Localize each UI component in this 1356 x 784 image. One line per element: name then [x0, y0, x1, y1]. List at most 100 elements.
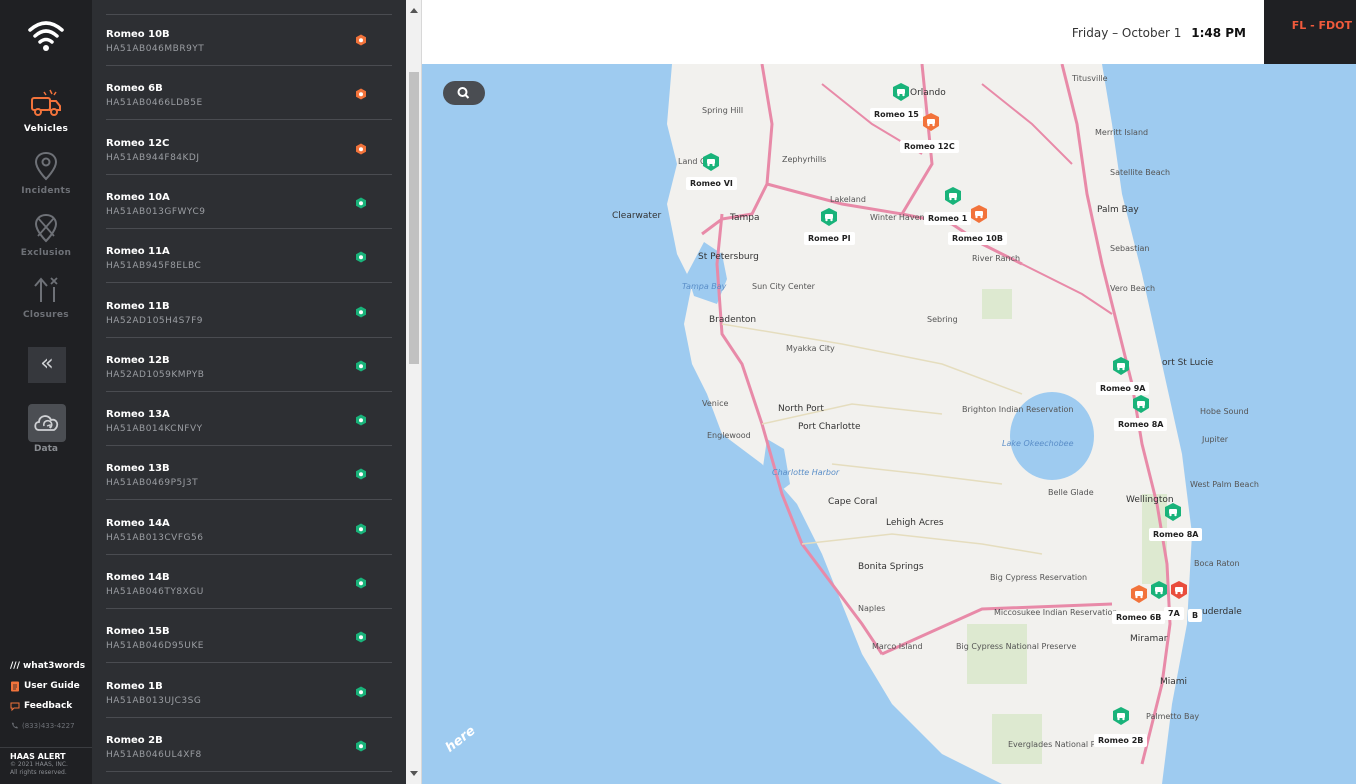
vehicle-marker-icon[interactable] — [1170, 580, 1188, 600]
map-city-label: Clearwater — [612, 211, 662, 221]
vehicle-row[interactable]: Romeo 11B HA52AD105H4S7F9 — [106, 284, 392, 338]
vehicle-marker-label[interactable]: B — [1188, 609, 1203, 622]
vehicle-marker-label[interactable]: Romeo VI — [686, 177, 737, 190]
map-city-label: Boca Raton — [1194, 559, 1240, 568]
vehicle-id: HA52AD1059KMPYB — [106, 369, 205, 380]
vehicle-status-icon — [356, 577, 366, 589]
map-city-label: Naples — [858, 604, 886, 613]
vehicle-marker-label[interactable]: Romeo PI — [804, 232, 855, 245]
vehicle-marker-label[interactable]: Romeo 10B — [948, 232, 1007, 245]
organization-badge[interactable]: FL - FDOT — [1264, 0, 1356, 64]
rail-item-exclusion[interactable]: Exclusion — [0, 212, 92, 258]
vehicle-marker-icon[interactable] — [1150, 580, 1168, 600]
vehicle-marker-icon[interactable] — [1130, 584, 1148, 604]
vehicle-marker-icon[interactable] — [892, 82, 910, 102]
vehicle-name: Romeo 10A — [106, 191, 170, 203]
vehicle-marker-icon[interactable] — [820, 207, 838, 227]
vehicle-list-scrollbar[interactable] — [406, 0, 422, 784]
rail-item-label: Vehicles — [23, 124, 69, 134]
collapse-sidebar-button[interactable]: « — [28, 347, 66, 383]
vehicle-marker-label[interactable]: Romeo 1 — [924, 212, 972, 225]
scroll-up-icon[interactable] — [410, 8, 418, 13]
vehicle-row[interactable]: Romeo 13B HA51AB0469P5J3T — [106, 446, 392, 501]
map-basemap — [667, 64, 1192, 784]
map-city-label: Orlando — [910, 88, 946, 98]
vehicle-marker-label[interactable]: Romeo 12C — [900, 140, 959, 153]
vehicle-name: Romeo 13A — [106, 409, 170, 421]
vehicle-row[interactable]: Romeo 15B HA51AB046D95UKE — [106, 609, 392, 664]
scroll-down-icon[interactable] — [410, 771, 418, 776]
what3words-label: /// what3words — [10, 661, 86, 671]
data-button[interactable] — [28, 404, 66, 442]
vehicle-marker-label[interactable]: Romeo 9A — [1096, 382, 1150, 395]
vehicle-marker-icon[interactable] — [922, 112, 940, 132]
vehicle-marker-icon[interactable] — [970, 204, 988, 224]
document-icon — [11, 681, 19, 691]
support-phone-text: (833)433-4227 — [22, 722, 75, 730]
user-guide-link[interactable]: User Guide — [10, 676, 90, 696]
magnifier-icon — [457, 87, 470, 99]
vehicle-marker-label[interactable]: Romeo 8A — [1114, 418, 1168, 431]
rail-item-closures[interactable]: Closures — [0, 274, 92, 320]
vehicle-marker-icon[interactable] — [702, 152, 720, 172]
map-city-label: Miami — [1160, 677, 1188, 687]
rail-item-vehicles[interactable]: Vehicles — [0, 86, 92, 134]
map-city-label: Palmetto Bay — [1146, 712, 1200, 721]
map-search-button[interactable] — [443, 81, 485, 105]
left-rail: Vehicles Incidents Exclusion Closures « — [0, 0, 92, 784]
wifi-signal-icon[interactable] — [26, 18, 66, 54]
map-city-label: Marco Island — [872, 642, 923, 651]
map-city-label: Titusville — [1072, 74, 1108, 83]
support-phone[interactable]: (833)433-4227 — [10, 716, 90, 736]
map-city-label: Tampa Bay — [682, 282, 727, 291]
vehicle-marker-label[interactable]: 7A — [1164, 607, 1184, 620]
vehicle-row[interactable]: Romeo 14A HA51AB013CVFG56 — [106, 501, 392, 555]
map-city-label: Vero Beach — [1110, 284, 1156, 293]
map-city-label: Big Cypress National Preserve — [956, 642, 1077, 651]
vehicle-id: HA51AB046D95UKE — [106, 641, 204, 652]
vehicle-row[interactable]: Romeo 11A HA51AB945F8ELBC — [106, 229, 392, 284]
feedback-link[interactable]: Feedback — [10, 696, 90, 716]
map-view[interactable]: Orlando Titusville Spring Hill Merritt Isla… — [422, 64, 1356, 784]
map-city-label: St Petersburg — [698, 252, 759, 262]
rail-item-label: Exclusion — [20, 248, 72, 258]
vehicle-marker-icon[interactable] — [1112, 356, 1130, 376]
scroll-thumb[interactable] — [409, 72, 419, 364]
data-label: Data — [34, 444, 58, 454]
map-city-label: West Palm Beach — [1190, 480, 1259, 489]
vehicle-marker-icon[interactable] — [944, 186, 962, 206]
vehicle-marker-icon[interactable] — [1164, 502, 1182, 522]
vehicle-id: HA51AB944F84KDJ — [106, 152, 200, 163]
vehicle-marker-icon[interactable] — [1112, 706, 1130, 726]
vehicle-row[interactable]: Romeo 6B HA51AB0466LDB5E — [106, 66, 392, 121]
vehicle-row[interactable]: Romeo 12C HA51AB944F84KDJ — [106, 121, 392, 175]
map-city-label: Myakka City — [786, 344, 835, 353]
map-city-label: Winter Haven — [870, 213, 925, 222]
vehicle-row[interactable]: Romeo 10B HA51AB046MBR9YT — [106, 12, 392, 66]
vehicle-row[interactable]: Romeo 14B HA51AB046TY8XGU — [106, 555, 392, 609]
map-city-label: Charlotte Harbor — [772, 468, 840, 477]
map-city-label: Lakeland — [830, 195, 866, 204]
vehicle-row[interactable]: Romeo 2B HA51AB046UL4XF8 — [106, 718, 392, 772]
vehicle-status-icon — [356, 523, 366, 535]
vehicle-status-icon — [356, 251, 366, 263]
vehicle-row[interactable]: Romeo 10A HA51AB013GFWYC9 — [106, 175, 392, 229]
what3words-link[interactable]: /// what3words — [10, 656, 90, 676]
map-city-label: Brighton Indian Reservation — [962, 405, 1074, 414]
vehicle-name: Romeo 11A — [106, 246, 170, 258]
vehicle-id: HA51AB014KCNFVY — [106, 424, 203, 435]
vehicle-marker-label[interactable]: Romeo 6B — [1112, 611, 1166, 624]
map-city-label: Big Cypress Reservation — [990, 573, 1088, 582]
location-pin-icon — [34, 151, 58, 181]
rail-item-incidents[interactable]: Incidents — [0, 150, 92, 196]
map-city-label: uderdale — [1202, 607, 1242, 617]
footer-copyright: © 2021 HAAS, INC. — [10, 761, 68, 768]
vehicle-row[interactable]: Romeo 12B HA52AD1059KMPYB — [106, 338, 392, 392]
vehicle-marker-label[interactable]: Romeo 2B — [1094, 734, 1148, 747]
vehicle-row[interactable]: Romeo 13A HA51AB014KCNFVY — [106, 392, 392, 447]
vehicle-row[interactable]: Romeo 1B HA51AB013UJC3SG — [106, 664, 392, 718]
vehicle-id: HA51AB013GFWYC9 — [106, 206, 206, 217]
vehicle-marker-label[interactable]: Romeo 8A — [1149, 528, 1203, 541]
vehicle-marker-icon[interactable] — [1132, 394, 1150, 414]
vehicle-marker-label[interactable]: Romeo 15 — [870, 108, 923, 121]
